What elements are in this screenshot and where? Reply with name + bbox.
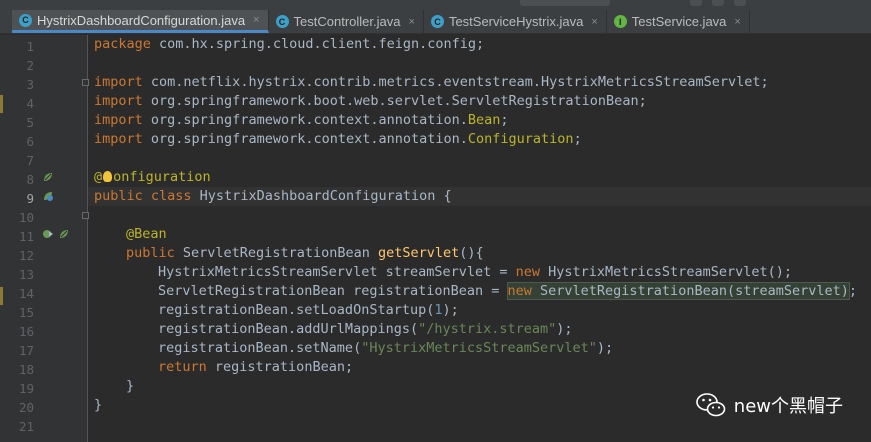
editor-tab-bar: C HystrixDashboardConfiguration.java × C… xyxy=(0,10,871,34)
class-c-icon: C xyxy=(275,15,289,28)
code-line: } xyxy=(126,378,135,394)
line-number: 6 xyxy=(26,134,34,149)
close-icon[interactable]: × xyxy=(591,16,597,28)
code-line: HystrixMetricsStreamServlet streamServle… xyxy=(158,264,792,280)
class-c-icon: C xyxy=(430,15,444,28)
code-line: import org.springframework.context.annot… xyxy=(94,131,582,147)
wechat-icon xyxy=(695,393,726,417)
code-line: return registrationBean; xyxy=(158,359,354,375)
tab-label: TestService.java xyxy=(631,14,727,29)
line-number: 17 xyxy=(18,343,34,358)
line-number: 5 xyxy=(26,115,34,130)
code-line: ServletRegistrationBean registrationBean… xyxy=(158,282,858,300)
tab-hystrix-dashboard-configuration[interactable]: C HystrixDashboardConfiguration.java × xyxy=(12,10,269,33)
tab-test-service-hystrix[interactable]: C TestServiceHystrix.java × xyxy=(424,10,607,33)
code-line: package com.hx.spring.cloud.client.feign… xyxy=(94,36,485,52)
toolbar-field[interactable] xyxy=(520,0,610,6)
close-icon[interactable]: × xyxy=(409,16,415,28)
watermark-text: new个黑帽子 xyxy=(733,396,843,417)
code-editor[interactable]: package com.hx.spring.cloud.client.feign… xyxy=(88,35,871,442)
line-number: 8 xyxy=(26,172,34,187)
lightbulb-icon[interactable] xyxy=(103,171,113,182)
code-line: import org.springframework.boot.web.serv… xyxy=(94,93,647,109)
line-number: 20 xyxy=(18,400,34,415)
tab-label: TestController.java xyxy=(293,14,401,29)
class-c-icon: C xyxy=(19,13,32,27)
toolbar-button[interactable] xyxy=(690,0,702,6)
code-line: import org.springframework.context.annot… xyxy=(94,112,509,128)
line-number: 3 xyxy=(26,77,34,92)
interface-i-icon: I xyxy=(613,15,627,28)
line-number-current: 9 xyxy=(26,191,34,206)
toolbar-button[interactable] xyxy=(734,0,746,6)
spring-bean-icon[interactable] xyxy=(42,171,54,183)
code-line: public ServletRegistrationBean getServle… xyxy=(126,245,484,261)
tab-test-controller[interactable]: C TestController.java × xyxy=(269,10,424,33)
line-number: 16 xyxy=(18,324,34,339)
line-number: 15 xyxy=(18,305,34,320)
line-number: 11 xyxy=(18,229,34,244)
line-number: 14 xyxy=(18,286,34,301)
line-number: 2 xyxy=(26,58,34,73)
close-icon[interactable]: × xyxy=(734,16,740,28)
close-icon[interactable]: × xyxy=(253,14,259,26)
line-number: 18 xyxy=(18,362,34,377)
code-line: registrationBean.setName("HystrixMetrics… xyxy=(158,340,614,356)
line-number: 21 xyxy=(18,419,34,434)
code-line: @Bean xyxy=(126,226,167,242)
toolbar-button[interactable] xyxy=(712,0,724,6)
line-number: 7 xyxy=(26,153,34,168)
tab-label: TestServiceHystrix.java xyxy=(448,14,584,29)
code-line: import com.netflix.hystrix.contrib.metri… xyxy=(94,74,769,90)
top-toolbar-strip xyxy=(0,0,871,10)
code-line: } xyxy=(94,397,103,413)
line-number: 1 xyxy=(26,39,34,54)
tab-test-service[interactable]: I TestService.java × xyxy=(607,10,750,33)
line-number: 13 xyxy=(18,267,34,282)
code-line: public class HystrixDashboardConfigurati… xyxy=(94,188,452,204)
code-line: registrationBean.setLoadOnStartup(1); xyxy=(158,302,459,318)
line-number-gutter[interactable]: 1 2 3 4 5 6 7 8 9 10 11 12 13 14 15 16 1… xyxy=(0,35,89,442)
tab-label: HystrixDashboardConfiguration.java xyxy=(37,12,246,28)
spring-bean-icon[interactable] xyxy=(58,228,70,240)
navigate-bean-icon[interactable] xyxy=(42,228,54,240)
watermark: new个黑帽子 xyxy=(695,392,843,418)
spring-bean-icon[interactable] xyxy=(42,190,54,202)
line-number: 19 xyxy=(18,381,34,396)
code-line: @ onfiguration xyxy=(94,169,211,185)
line-number: 4 xyxy=(26,96,34,111)
line-number: 10 xyxy=(18,210,34,225)
line-number: 12 xyxy=(18,248,34,263)
code-line: registrationBean.addUrlMappings("/hystri… xyxy=(158,321,573,337)
